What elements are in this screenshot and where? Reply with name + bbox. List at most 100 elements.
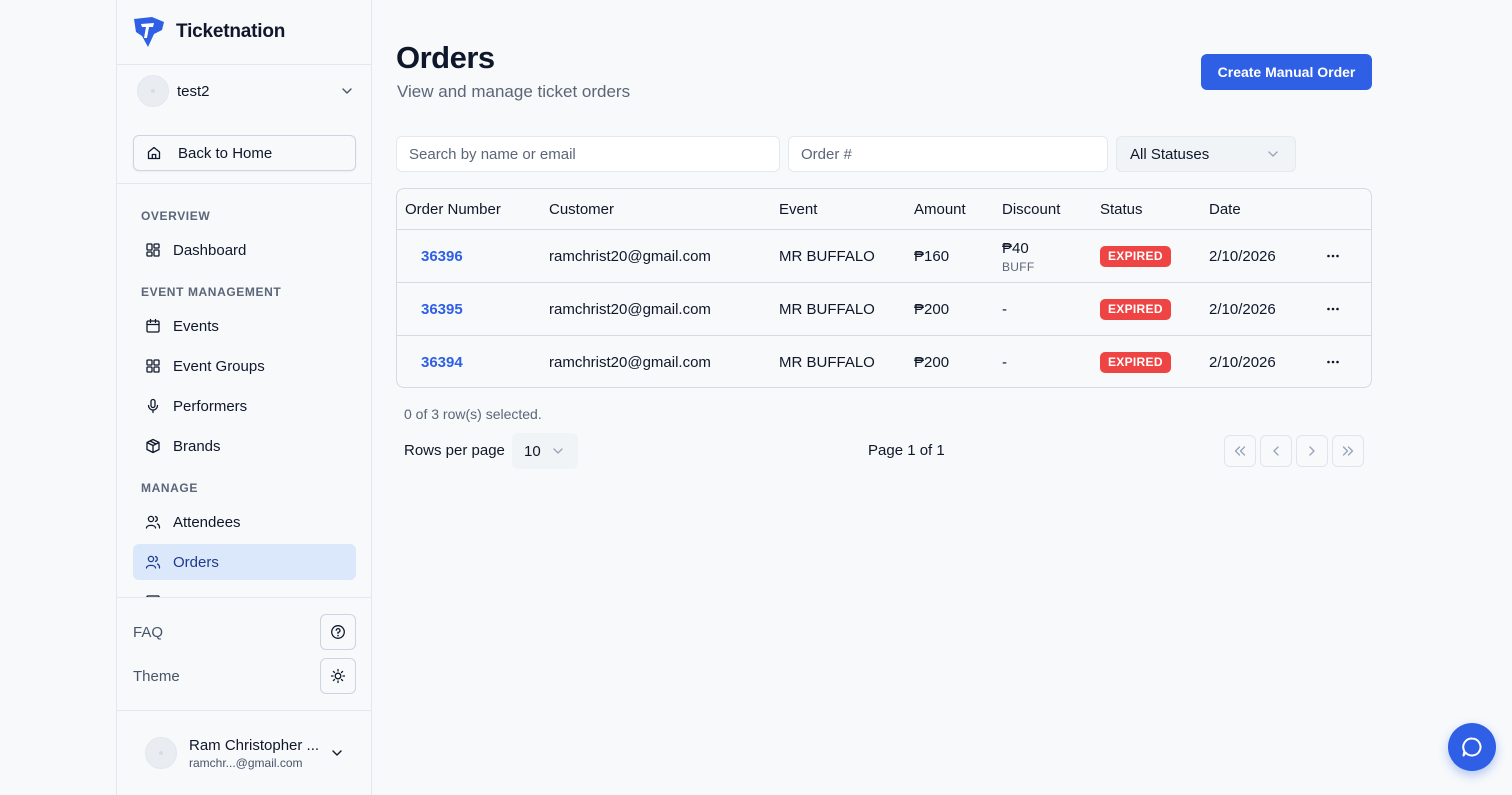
faq-label: FAQ — [133, 623, 164, 641]
order-number-link[interactable]: 36396 — [421, 248, 463, 265]
calendar-icon — [146, 318, 160, 333]
column-header[interactable]: Customer — [549, 201, 614, 218]
user-menu[interactable]: Ram Christopher ... ramchr...@gmail.com — [145, 735, 345, 771]
column-header[interactable]: Date — [1209, 201, 1241, 218]
sidebar-item-orders[interactable]: Orders — [133, 544, 356, 580]
order-number-link[interactable]: 36395 — [421, 301, 463, 318]
discount-cell: - — [1002, 354, 1007, 371]
last-page-button[interactable] — [1332, 435, 1364, 467]
chevrons-right-icon — [1342, 446, 1354, 456]
rows-per-page-value: 10 — [524, 442, 541, 460]
sidebar-nav[interactable]: OVERVIEW Dashboard EVENT MANAGEMENT Even… — [117, 184, 372, 597]
event-cell: MR BUFFALO — [779, 354, 875, 371]
dashboard-icon — [146, 243, 160, 257]
column-header[interactable]: Event — [779, 201, 817, 218]
next-page-button[interactable] — [1296, 435, 1328, 467]
customer-cell: ramchrist20@gmail.com — [549, 301, 711, 318]
date-cell: 2/10/2026 — [1209, 354, 1276, 371]
page-indicator: Page 1 of 1 — [868, 442, 945, 459]
date-cell: 2/10/2026 — [1209, 248, 1276, 265]
org-switcher[interactable]: test2 — [137, 75, 355, 107]
grid-icon — [146, 359, 160, 373]
table-header: Order Number Customer Event Amount Disco… — [397, 189, 1371, 230]
section-manage: MANAGE — [141, 481, 198, 495]
discount-cell: ₱40 — [1002, 240, 1029, 257]
more-horizontal-icon — [1327, 254, 1339, 258]
column-header[interactable]: Order Number — [405, 201, 501, 218]
column-header[interactable]: Discount — [1002, 201, 1060, 218]
search-input[interactable] — [396, 136, 780, 172]
previous-page-button[interactable] — [1260, 435, 1292, 467]
status-filter-select[interactable]: All Statuses — [1116, 136, 1296, 172]
status-badge: EXPIRED — [1100, 246, 1171, 267]
amount-cell: ₱200 — [914, 301, 950, 318]
sidebar-item-events[interactable]: Events — [133, 308, 356, 344]
status-filter-value: All Statuses — [1130, 145, 1210, 163]
chevron-down-icon — [342, 88, 352, 94]
chevron-down-icon — [1268, 151, 1278, 157]
create-manual-order-button[interactable]: Create Manual Order — [1201, 54, 1372, 90]
order-number-link[interactable]: 36394 — [421, 354, 463, 371]
amount-cell: ₱160 — [914, 248, 950, 265]
chevrons-left-icon — [1234, 446, 1246, 456]
back-to-home-button[interactable]: Back to Home — [133, 135, 356, 171]
chevron-right-icon — [1309, 446, 1315, 456]
divider — [117, 597, 372, 598]
orders-table: Order Number Customer Event Amount Disco… — [396, 188, 1372, 388]
sidebar-item-label: Attendees — [173, 513, 241, 531]
column-header[interactable]: Status — [1100, 201, 1143, 218]
faq-button[interactable] — [320, 614, 356, 650]
status-badge: EXPIRED — [1100, 352, 1171, 373]
order-number-input[interactable] — [788, 136, 1108, 172]
user-avatar — [145, 737, 177, 769]
row-actions-button[interactable] — [1321, 244, 1345, 268]
users-icon — [145, 515, 161, 529]
amount-cell: ₱200 — [914, 354, 950, 371]
sidebar-item-performers[interactable]: Performers — [133, 388, 356, 424]
discount-code: BUFF — [1002, 260, 1035, 274]
theme-toggle-button[interactable] — [320, 658, 356, 694]
status-badge: EXPIRED — [1100, 299, 1171, 320]
first-page-button[interactable] — [1224, 435, 1256, 467]
user-info: Ram Christopher ... ramchr...@gmail.com — [189, 737, 329, 770]
chevron-down-icon — [553, 448, 563, 454]
rows-per-page-label: Rows per page — [404, 442, 505, 459]
theme-row: Theme — [133, 658, 356, 694]
chat-bubble-icon — [1462, 737, 1482, 757]
selection-count: 0 of 3 row(s) selected. — [404, 406, 542, 422]
org-name: test2 — [177, 82, 210, 100]
sidebar-item-label: Dashboard — [173, 241, 247, 259]
users-icon — [145, 555, 161, 569]
theme-label: Theme — [133, 667, 180, 685]
more-horizontal-icon — [1327, 307, 1339, 311]
divider — [117, 64, 372, 65]
sidebar-item-label: Event Groups — [173, 357, 265, 375]
user-name: Ram Christopher ... — [189, 736, 320, 754]
brand-name: Ticketnation — [176, 21, 286, 42]
section-overview: OVERVIEW — [141, 209, 211, 223]
ticketnation-logo — [134, 17, 164, 47]
more-horizontal-icon — [1327, 360, 1339, 364]
chat-support-button[interactable] — [1448, 723, 1496, 771]
box-icon — [146, 438, 160, 454]
sidebar-item-partial[interactable] — [133, 584, 356, 597]
sidebar-item-attendees[interactable]: Attendees — [133, 504, 356, 540]
row-actions-button[interactable] — [1321, 297, 1345, 321]
column-header[interactable]: Amount — [914, 201, 966, 218]
page-title: Orders — [396, 40, 495, 75]
row-actions-button[interactable] — [1321, 350, 1345, 374]
table-row[interactable]: 36394 ramchrist20@gmail.com MR BUFFALO ₱… — [397, 336, 1371, 387]
rows-per-page-select[interactable]: 10 — [512, 433, 578, 469]
sidebar-item-event-groups[interactable]: Event Groups — [133, 348, 356, 384]
home-icon — [147, 146, 161, 160]
table-row[interactable]: 36395 ramchrist20@gmail.com MR BUFFALO ₱… — [397, 283, 1371, 336]
microphone-icon — [147, 398, 159, 414]
sidebar-item-label: Events — [173, 317, 219, 335]
back-to-home-label: Back to Home — [178, 144, 273, 162]
sidebar-item-brands[interactable]: Brands — [133, 428, 356, 464]
sidebar-item-dashboard[interactable]: Dashboard — [133, 232, 356, 268]
discount-cell: - — [1002, 301, 1007, 318]
table-row[interactable]: 36396 ramchrist20@gmail.com MR BUFFALO ₱… — [397, 230, 1371, 283]
brand[interactable]: Ticketnation — [132, 16, 285, 48]
sidebar-item-label: Performers — [173, 397, 248, 415]
